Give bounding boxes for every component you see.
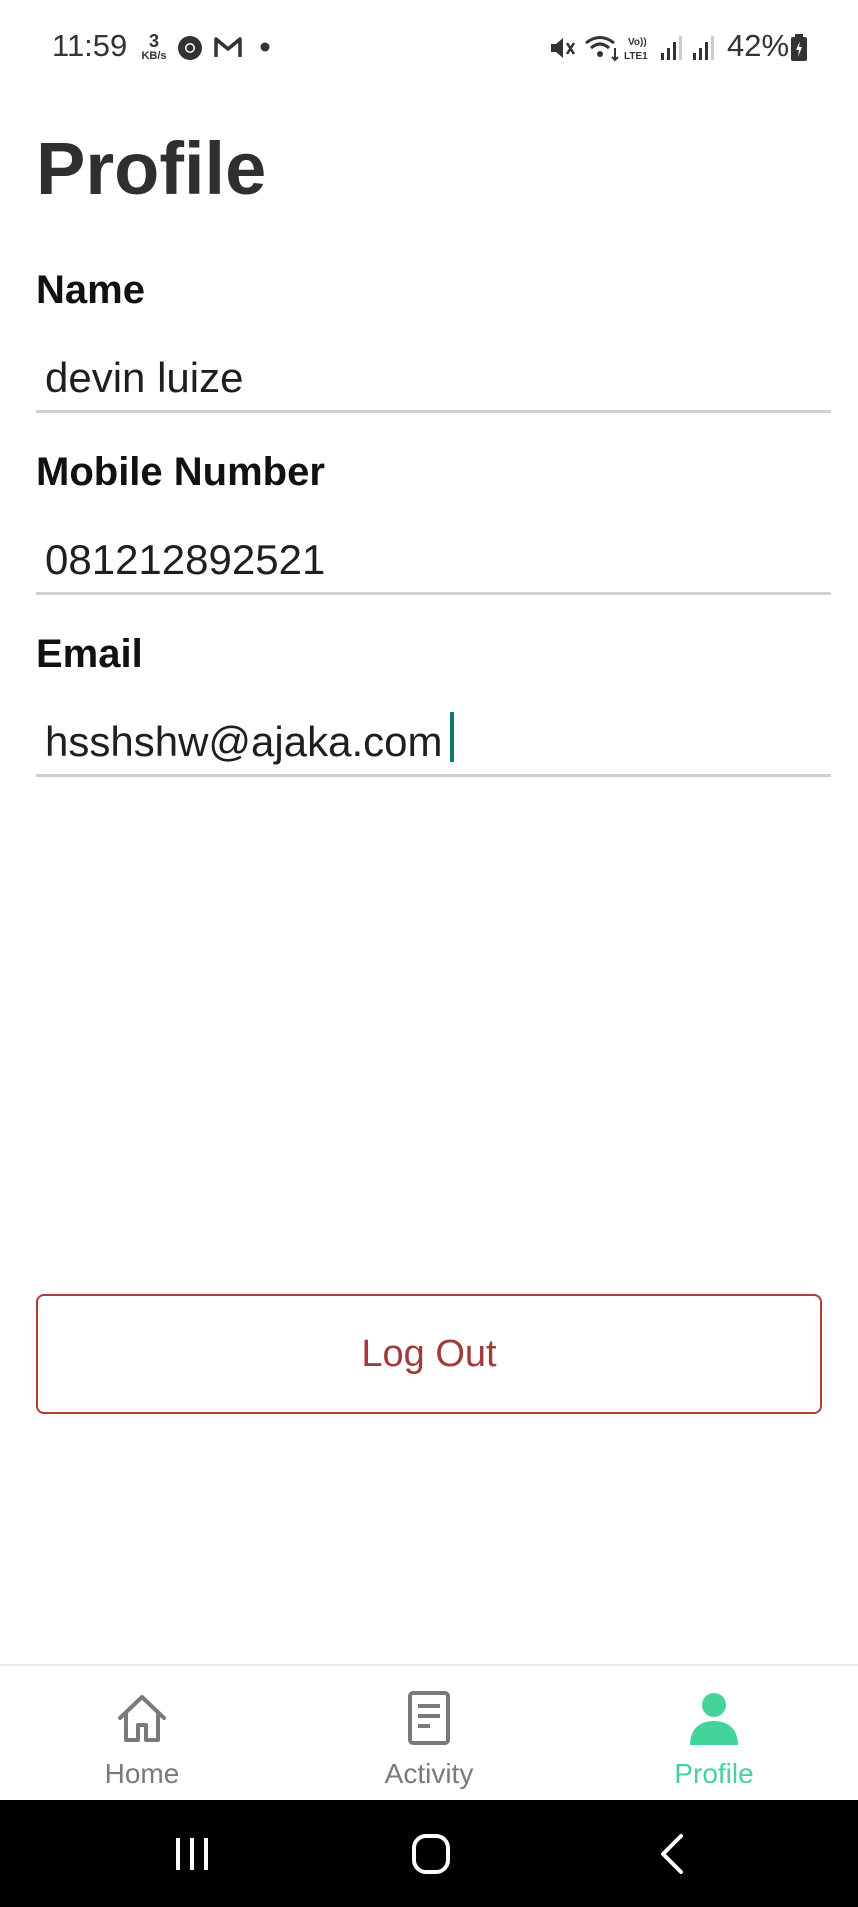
nav-item-home[interactable]: Home xyxy=(42,1666,242,1802)
person-icon xyxy=(690,1693,738,1745)
chrome-icon xyxy=(178,36,202,60)
dot-icon xyxy=(260,42,270,52)
nav-label-profile: Profile xyxy=(674,1758,754,1789)
system-navigation-bar xyxy=(0,1800,858,1907)
battery-percent: 42% xyxy=(727,28,790,63)
home-icon xyxy=(118,1695,166,1742)
nav-item-profile[interactable]: Profile xyxy=(614,1666,814,1802)
svg-text:Vo)): Vo)) xyxy=(628,37,647,48)
page-title: Profile xyxy=(36,127,267,210)
text-cursor xyxy=(450,712,454,762)
mute-icon xyxy=(551,38,576,58)
logout-button[interactable]: Log Out xyxy=(36,1294,822,1414)
status-time: 11:59 xyxy=(52,28,128,63)
back-icon[interactable] xyxy=(643,1826,703,1882)
nav-label-activity: Activity xyxy=(384,1758,474,1789)
nav-label-home: Home xyxy=(104,1758,180,1789)
volte-icon: Vo)) LTE1 xyxy=(624,37,648,62)
wifi-icon xyxy=(585,36,619,62)
recent-apps-icon[interactable] xyxy=(162,1826,222,1882)
svg-text:LTE1: LTE1 xyxy=(624,51,648,62)
name-label: Name xyxy=(36,268,145,312)
nav-item-activity[interactable]: Activity xyxy=(329,1666,529,1802)
document-icon xyxy=(408,1691,450,1745)
home-button-icon[interactable] xyxy=(401,1826,461,1882)
battery-icon xyxy=(791,34,807,61)
email-label: Email xyxy=(36,632,143,676)
email-field[interactable] xyxy=(36,710,831,777)
signal-icon xyxy=(661,36,682,60)
network-speed-unit: KB/s xyxy=(141,50,167,62)
signal-icon xyxy=(693,36,714,60)
bottom-navigation: Home Activity Profile xyxy=(0,1664,858,1802)
mobile-number-label: Mobile Number xyxy=(36,450,325,494)
network-speed-value: 3 xyxy=(148,31,159,51)
status-bar: 11:59 3 KB/s Vo)) LTE1 42% xyxy=(0,0,858,96)
mobile-number-field[interactable] xyxy=(36,528,831,595)
network-speed: 3 KB/s xyxy=(137,32,171,62)
name-field[interactable] xyxy=(36,346,831,413)
gmail-icon xyxy=(214,37,242,57)
